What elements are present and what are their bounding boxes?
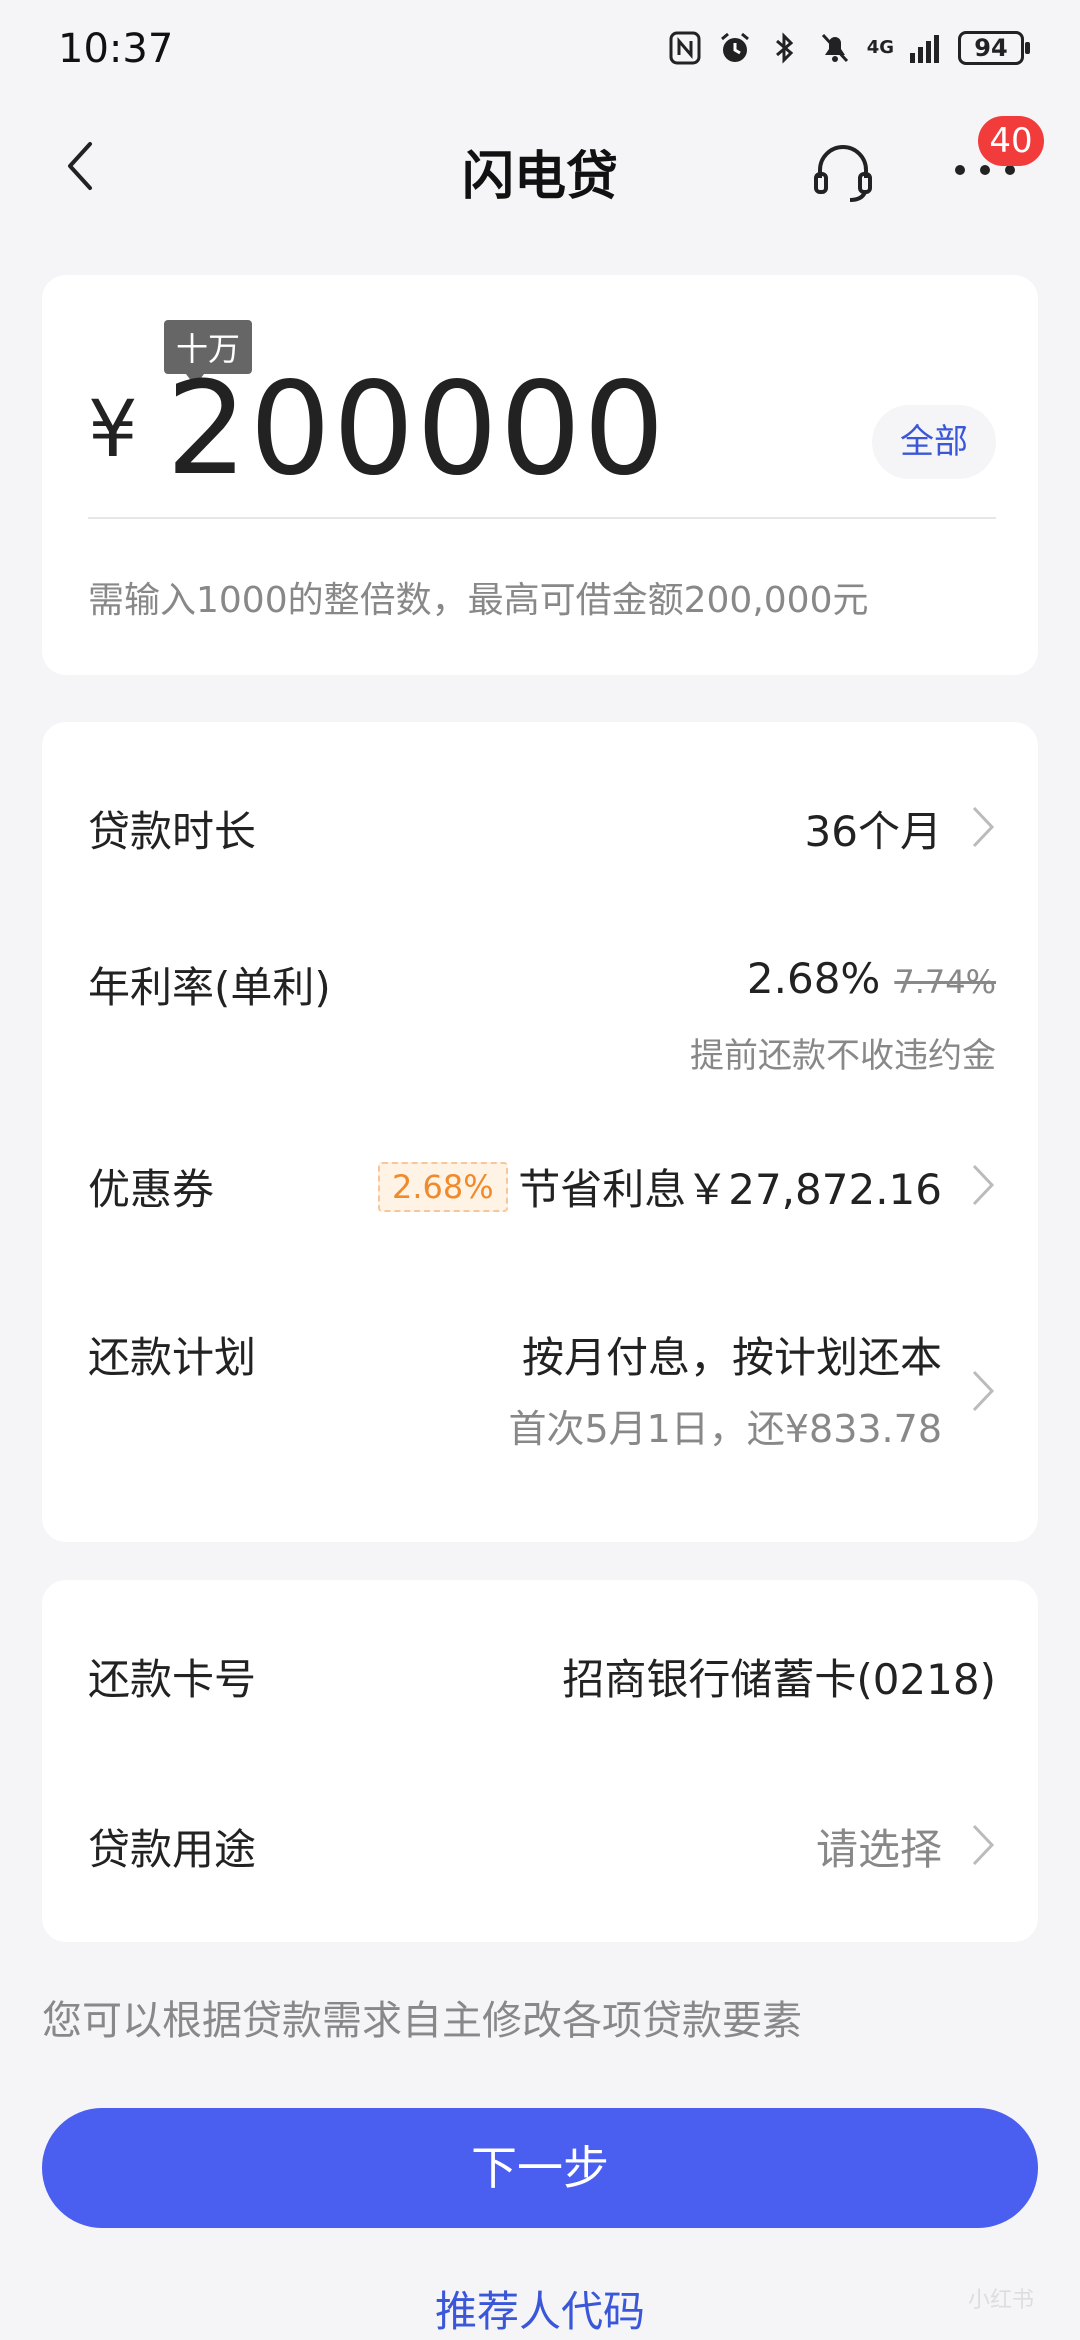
amount-divider: [88, 517, 996, 519]
repayment-plan-row[interactable]: 还款计划 按月付息，按计划还本 首次5月1日，还¥833.78: [88, 1314, 996, 1464]
prepayment-note: 提前还款不收违约金: [690, 1036, 996, 1076]
repayment-plan-value: 按月付息，按计划还本: [521, 1333, 942, 1382]
amount-hint: 需输入1000的整倍数，最高可借金额200,000元: [88, 580, 869, 621]
customer-service-button[interactable]: [812, 142, 874, 204]
coupon-saving-value: 节省利息￥27,872.16: [518, 1165, 942, 1214]
original-rate: 7.74%: [894, 963, 996, 1001]
loan-purpose-label: 贷款用途: [88, 1825, 257, 1874]
loan-purpose-row[interactable]: 贷款用途 请选择: [88, 1802, 996, 1892]
chevron-right-icon: [972, 806, 995, 848]
page-title: 闪电贷: [461, 147, 618, 207]
coupon-label: 优惠券: [88, 1165, 215, 1214]
mute-icon: [817, 30, 853, 66]
loan-term-label: 贷款时长: [88, 807, 257, 856]
headset-icon: [814, 145, 872, 202]
borrow-all-button[interactable]: 全部: [872, 405, 996, 479]
nav-bar: 闪电贷 40: [0, 100, 1080, 230]
repayment-card-row[interactable]: 还款卡号 招商银行储蓄卡(0218): [88, 1632, 996, 1722]
currency-symbol: ¥: [88, 385, 138, 475]
loan-details-card: 贷款时长 36个月 年利率(单利) 2.68% 7.74% 提前还款不收违约金 优…: [42, 722, 1038, 1542]
loan-purpose-value: 请选择: [815, 1825, 942, 1874]
repayment-card-label: 还款卡号: [88, 1655, 257, 1704]
bluetooth-icon: [767, 30, 803, 66]
interest-rate-value: 2.68%: [746, 954, 881, 1003]
interest-rate-label: 年利率(单利): [88, 963, 331, 1012]
coupon-row[interactable]: 优惠券 2.68% 节省利息￥27,872.16: [88, 1142, 996, 1232]
battery-indicator: 94: [958, 31, 1030, 65]
loan-term-value: 36个月: [804, 807, 942, 856]
customization-note: 您可以根据贷款需求自主修改各项贷款要素: [42, 1998, 802, 2044]
coupon-rate-tag: 2.68%: [378, 1162, 508, 1212]
watermark: 小红书: [967, 2288, 1034, 2313]
chevron-right-icon: [972, 1824, 995, 1866]
repayment-account-card: 还款卡号 招商银行储蓄卡(0218) 贷款用途 请选择: [42, 1580, 1038, 1942]
alarm-icon: [717, 30, 753, 66]
notification-badge: 40: [978, 116, 1044, 166]
status-bar: 10:37 4G 94: [0, 0, 1080, 100]
amount-card: 十万 ¥ 200000 全部 需输入1000的整倍数，最高可借金额200,000…: [42, 275, 1038, 675]
status-time: 10:37: [58, 26, 174, 72]
repayment-card-value: 招商银行储蓄卡(0218): [562, 1655, 996, 1704]
first-repayment-note: 首次5月1日，还¥833.78: [508, 1407, 943, 1451]
signal-icon: [908, 30, 944, 66]
next-step-button[interactable]: 下一步: [42, 2108, 1038, 2228]
nfc-icon: [667, 30, 703, 66]
interest-rate-row: 年利率(单利) 2.68% 7.74% 提前还款不收违约金: [88, 944, 996, 1076]
loan-application-screen: 10:37 4G 94 闪电贷 40 十万 ¥ 200000 全部 需输入100…: [0, 0, 1080, 2340]
interest-rate-value-group: 2.68% 7.74%: [747, 954, 996, 1003]
repayment-plan-label: 还款计划: [88, 1333, 257, 1382]
chevron-right-icon: [972, 1370, 995, 1412]
loan-term-row[interactable]: 贷款时长 36个月: [88, 784, 996, 874]
chevron-right-icon: [972, 1164, 995, 1206]
amount-input[interactable]: 200000: [166, 355, 667, 504]
network-type: 4G: [866, 37, 894, 58]
referrer-code-link[interactable]: 推荐人代码: [0, 2278, 1080, 2339]
status-icons: 4G 94: [667, 30, 1030, 66]
